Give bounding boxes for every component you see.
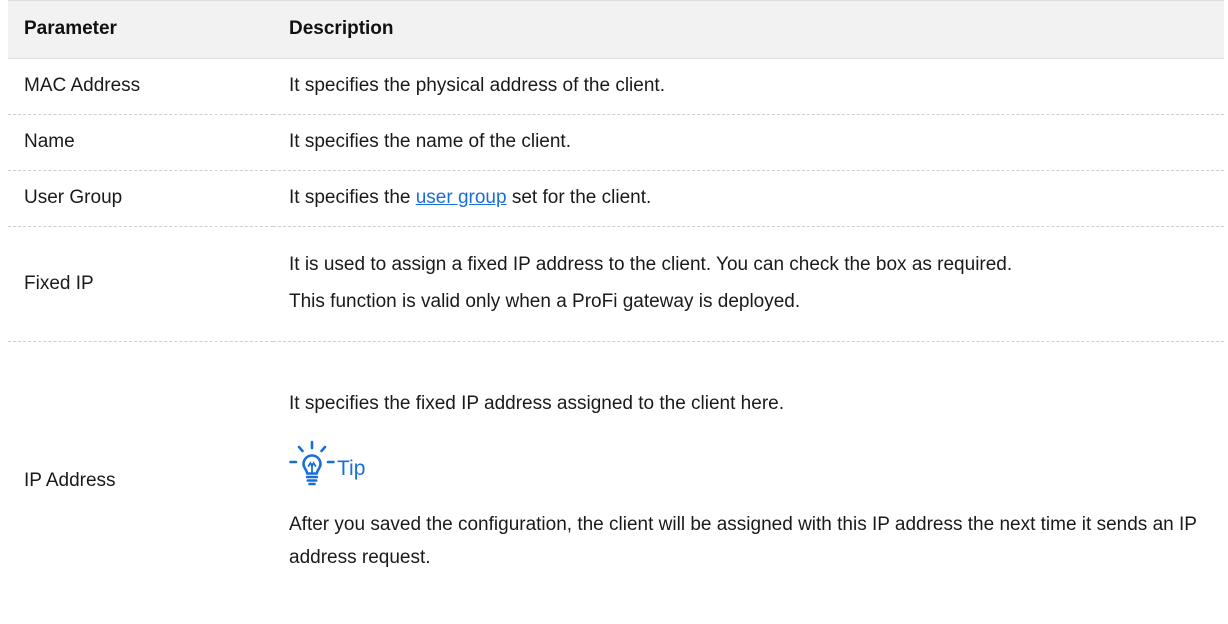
description-cell: It specifies the physical address of the…	[273, 58, 1224, 115]
tip-text: After you saved the configuration, the c…	[289, 513, 1197, 569]
description-suffix: set for the client.	[506, 187, 652, 209]
tip-label: Tip	[337, 457, 366, 481]
description-cell: It specifies the name of the client.	[273, 114, 1224, 171]
table-row-user-group: User Group It specifies the user group s…	[8, 170, 1224, 227]
header-parameter: Parameter	[8, 0, 273, 59]
description-cell: It is used to assign a fixed IP address …	[273, 226, 1224, 342]
user-group-link[interactable]: user group	[416, 187, 507, 208]
header-description: Description	[273, 0, 1224, 59]
description-prefix: It specifies the	[289, 187, 416, 209]
description-line: It specifies the fixed IP address assign…	[289, 393, 784, 415]
description-line: This function is valid only when a ProFi…	[289, 291, 801, 312]
parameter-cell: Name	[8, 114, 273, 171]
tip-callout: Tip	[289, 440, 1224, 488]
description-cell: It specifies the fixed IP address assign…	[273, 342, 1224, 622]
lightbulb-icon	[289, 440, 335, 486]
description-line: It is used to assign a fixed IP address …	[289, 254, 1013, 276]
parameter-cell: User Group	[8, 170, 273, 227]
table-row-ip-address: IP Address It specifies the fixed IP add…	[8, 342, 1224, 622]
parameter-table: Parameter Description MAC Address It spe…	[8, 0, 1224, 622]
parameter-cell: IP Address	[24, 470, 116, 492]
parameter-cell: Fixed IP	[8, 226, 273, 342]
table-row-mac-address: MAC Address It specifies the physical ad…	[8, 58, 1224, 115]
table-header-row: Parameter Description	[8, 0, 1224, 59]
description-cell: It specifies the user group set for the …	[273, 170, 1224, 227]
table-row-name: Name It specifies the name of the client…	[8, 114, 1224, 171]
parameter-cell: MAC Address	[8, 58, 273, 115]
table-row-fixed-ip: Fixed IP It is used to assign a fixed IP…	[8, 226, 1224, 342]
